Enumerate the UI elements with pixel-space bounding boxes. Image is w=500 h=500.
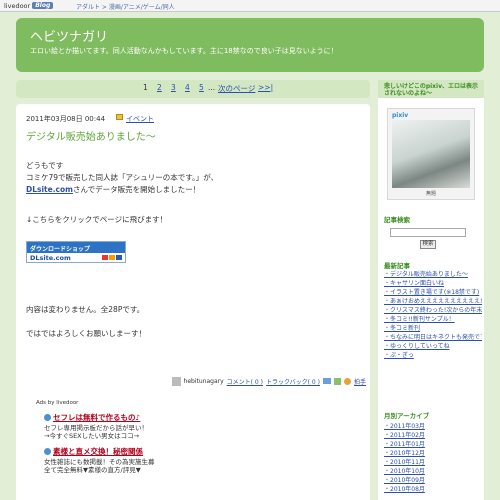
page-5-link[interactable]: 5 bbox=[199, 83, 204, 92]
clap-icon[interactable] bbox=[343, 377, 351, 385]
recent-post-link[interactable]: デジタル販売始ありました〜 bbox=[384, 270, 482, 279]
pixiv-illustration[interactable] bbox=[392, 120, 470, 188]
ad-bullet-icon bbox=[44, 448, 51, 455]
recent-post-link[interactable]: ゆっくりしていってね bbox=[384, 342, 482, 351]
page-3-link[interactable]: 3 bbox=[171, 83, 176, 92]
banner-bottom-text: DLsite.com bbox=[30, 254, 71, 262]
folder-icon bbox=[116, 114, 123, 120]
ad-desc: セフレ専用掲示板だから話が早い！ →今すぐSEXしたい男女はココ→ bbox=[44, 424, 148, 440]
category-breadcrumb[interactable]: アダルト > 漫画/アニメ/ゲーム/同人 bbox=[76, 2, 175, 11]
archive-month-link[interactable]: 2010年12月 bbox=[384, 449, 482, 458]
pagination: 1 2 3 4 5 ... 次のページ >>| bbox=[16, 80, 370, 98]
post-author[interactable]: hebitunagary bbox=[184, 378, 224, 385]
page-2-link[interactable]: 2 bbox=[157, 83, 162, 92]
trackbacks-link[interactable]: トラックバック( 0 ) bbox=[266, 377, 320, 386]
recent-posts-title: 最新記事 bbox=[384, 262, 410, 270]
archive-month-link[interactable]: 2010年11月 bbox=[384, 458, 482, 467]
post-line: どうもです bbox=[26, 161, 64, 170]
post-title[interactable]: デジタル販売始ありました〜 bbox=[26, 128, 156, 143]
recent-posts-list: デジタル販売始ありました〜キャサリン面白いねイラスト置き場です(※18禁です)あ… bbox=[384, 270, 482, 360]
recent-post-link[interactable]: ちなみに明日はキネクトも発売ですよー bbox=[384, 333, 482, 342]
next-page-link[interactable]: 次のページ bbox=[218, 83, 255, 94]
ad-title[interactable]: セフレは無料で作るもの♪ bbox=[44, 412, 236, 423]
archive-month-link[interactable]: 2010年09月 bbox=[384, 476, 482, 485]
post-category-link[interactable]: イベント bbox=[126, 114, 154, 124]
author-avatar-icon bbox=[171, 376, 181, 386]
recent-post-link[interactable]: 冬コミ新刊 bbox=[384, 324, 482, 333]
blog-logo-badge: Blog bbox=[32, 2, 54, 9]
archive-month-link[interactable]: 2011年03月 bbox=[384, 422, 482, 431]
recent-post-link[interactable]: キャサリン面白いね bbox=[384, 279, 482, 288]
last-page-link[interactable]: >>| bbox=[258, 83, 273, 92]
main-content: 2011年03月08日 00:44 イベント デジタル販売始ありました〜 どうも… bbox=[16, 104, 370, 500]
post-line: DLsite.comさんでデータ販売を開始しましたー！ bbox=[26, 184, 200, 196]
recent-post-link[interactable]: ぷ・ぎっ bbox=[384, 351, 482, 360]
recent-post-link[interactable]: 冬コミ!!新刊サンプル！ bbox=[384, 315, 482, 324]
bookmark-icon[interactable] bbox=[333, 377, 341, 385]
ads-header: Ads by livedoor bbox=[36, 400, 79, 406]
search-section-title: 記事検索 bbox=[384, 216, 410, 224]
recent-post-link[interactable]: あぁけおめええええええええええ!!!(ラブラブ)ケアーーー bbox=[384, 297, 482, 306]
archive-month-link[interactable]: 2010年08月 bbox=[384, 485, 482, 494]
pixiv-caption: 無題 bbox=[425, 191, 436, 197]
archive-title: 月別アーカイブ bbox=[384, 412, 430, 420]
post-line: 内容は変わりません。全28Pです。 bbox=[26, 305, 145, 314]
archive-month-link[interactable]: 2010年10月 bbox=[384, 467, 482, 476]
ad-title[interactable]: 素様と直メ交換！秘密関係 bbox=[44, 446, 236, 457]
pixiv-widget-title: 悲しいけどこのpixiv、エロは表示されないのよね〜 bbox=[384, 83, 479, 97]
search-button[interactable]: 検索 bbox=[420, 240, 436, 249]
banner-top-text: ダウンロードショップ bbox=[27, 242, 125, 253]
archive-list: 2011年03月2011年02月2011年01月2010年12月2010年11月… bbox=[384, 422, 482, 494]
pixiv-logo: pixiv bbox=[392, 112, 409, 119]
clap-link[interactable]: 拍手 bbox=[354, 377, 366, 386]
post-date: 2011年03月08日 00:44 bbox=[26, 115, 106, 123]
dlsite-banner[interactable]: ダウンロードショップ DLsite.com bbox=[26, 241, 126, 263]
blog-title[interactable]: ヘビツナガリ bbox=[30, 26, 108, 45]
sidebar: 悲しいけどこのpixiv、エロは表示されないのよね〜 pixiv 無題 記事検索… bbox=[378, 80, 484, 500]
post-footer: hebitunagary コメント( 0 ) トラックバック( 0 ) 拍手 bbox=[26, 376, 366, 386]
ad-item[interactable]: 素様と直メ交換！秘密関係 女性雑誌にも数掲載！その為実施生募 全て完全無料▼素様の… bbox=[44, 446, 236, 474]
post-line: ではではよろしくお願いしまーす！ bbox=[26, 329, 146, 338]
ads-block: Ads by livedoor セフレは無料で作るもの♪ セフレ専用掲示板だから… bbox=[36, 400, 236, 474]
page-4-link[interactable]: 4 bbox=[185, 83, 190, 92]
recent-post-link[interactable]: クリスマス終わった!次からの年末年の大好物だ！ bbox=[384, 306, 482, 315]
ad-desc: 女性雑誌にも数掲載！その為実施生募 全て完全無料▼素様の直方/評見▼ bbox=[44, 458, 155, 474]
blog-description: エロい絵とか描いてます。同人活動なんかもしています。主に18禁なので良い子は見な… bbox=[30, 47, 338, 55]
post-line: コミケ79で販売した同人誌「アシュリーの本です。」が、 bbox=[26, 173, 219, 182]
dlsite-link[interactable]: DLsite.com bbox=[26, 185, 73, 194]
archive-month-link[interactable]: 2011年01月 bbox=[384, 440, 482, 449]
ad-bullet-icon bbox=[44, 414, 51, 421]
search-input[interactable] bbox=[390, 228, 466, 237]
pager-ellipsis: ... bbox=[208, 83, 216, 92]
page-1: 1 bbox=[143, 83, 148, 92]
post-line: ↓こちらをクリックでページに飛びます！ bbox=[26, 215, 168, 224]
livedoor-blog-logo[interactable]: livedoor Blog bbox=[4, 1, 54, 10]
blog-header: ヘビツナガリ エロい絵とか描いてます。同人活動なんかもしています。主に18禁なの… bbox=[16, 18, 484, 72]
pixiv-widget[interactable]: pixiv 無題 bbox=[387, 108, 475, 200]
topbar: livedoor Blog アダルト > 漫画/アニメ/ゲーム/同人 bbox=[0, 0, 500, 12]
mail-icon[interactable] bbox=[322, 378, 331, 384]
ad-item[interactable]: セフレは無料で作るもの♪ セフレ専用掲示板だから話が早い！ →今すぐSEXしたい男… bbox=[44, 412, 236, 440]
livedoor-logo-text: livedoor bbox=[4, 1, 31, 10]
comments-link[interactable]: コメント( 0 ) bbox=[227, 377, 263, 386]
archive-month-link[interactable]: 2011年02月 bbox=[384, 431, 482, 440]
post-line-rest: さんでデータ販売を開始しましたー！ bbox=[72, 185, 201, 194]
recent-post-link[interactable]: イラスト置き場です(※18禁です) bbox=[384, 288, 482, 297]
payment-cards-icon bbox=[102, 255, 122, 260]
